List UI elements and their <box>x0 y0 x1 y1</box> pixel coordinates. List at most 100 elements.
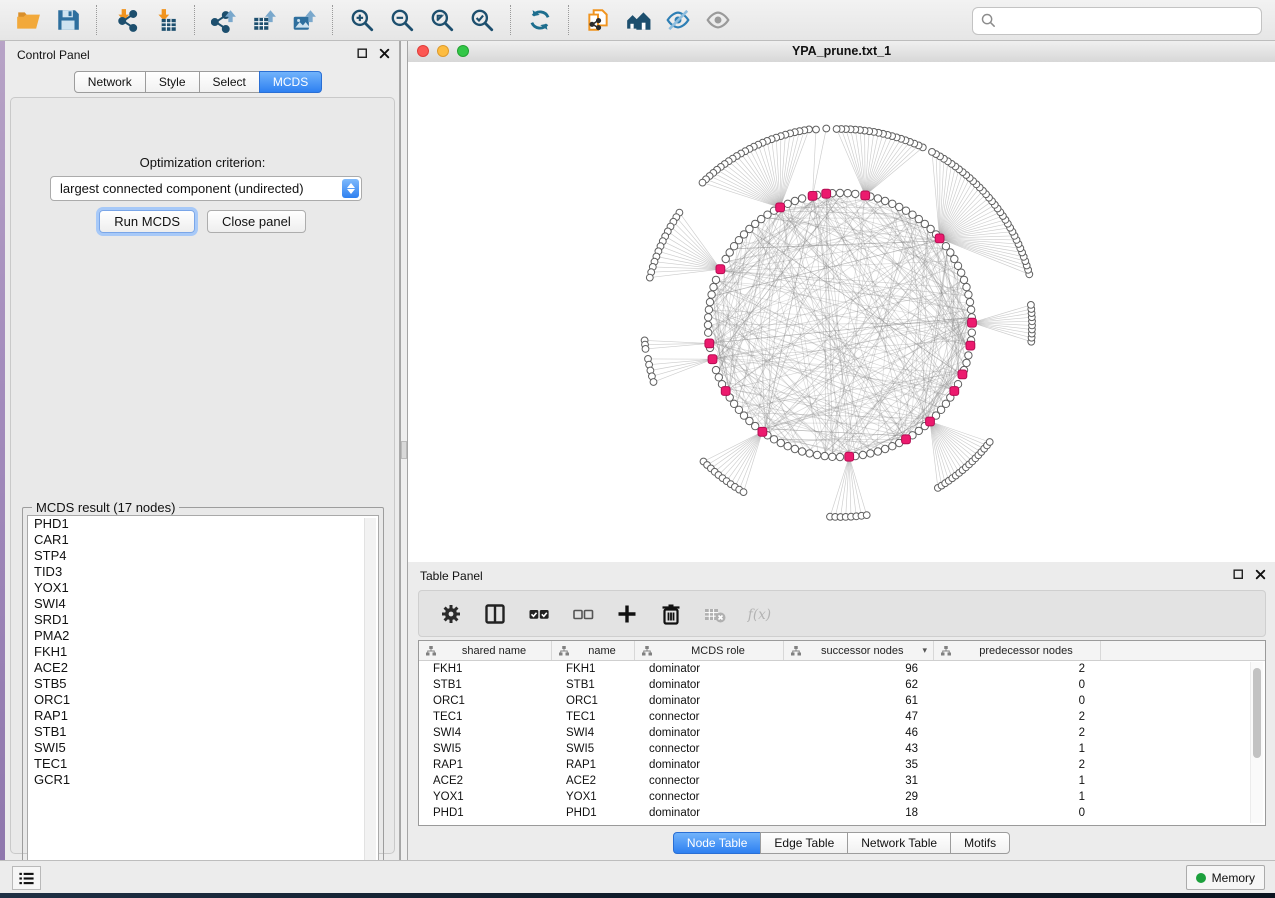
table-row[interactable]: SWI4SWI4dominator462 <box>419 725 1265 741</box>
zoom-selected-button[interactable] <box>465 4 499 36</box>
open-file-button[interactable] <box>11 4 45 36</box>
table-row[interactable]: SWI5SWI5connector431 <box>419 741 1265 757</box>
cell-successor-nodes[interactable]: 61 <box>784 693 934 709</box>
mcds-result-item[interactable]: TEC1 <box>28 756 378 772</box>
memory-button[interactable]: Memory <box>1186 865 1265 890</box>
table-row[interactable]: PHD1PHD1dominator180 <box>419 805 1265 821</box>
cell-MCDS-role[interactable]: dominator <box>635 805 784 821</box>
select-all-button[interactable] <box>522 598 556 630</box>
hide-selected-button[interactable] <box>661 4 695 36</box>
cell-predecessor-nodes[interactable]: 0 <box>934 805 1101 821</box>
cell-name[interactable]: YOX1 <box>552 789 635 805</box>
table-row[interactable]: ACE2ACE2connector311 <box>419 773 1265 789</box>
cell-successor-nodes[interactable]: 31 <box>784 773 934 789</box>
cell-shared-name[interactable]: YOX1 <box>419 789 552 805</box>
tab-select[interactable]: Select <box>199 71 260 93</box>
column-header-MCDS-role[interactable]: MCDS role <box>635 641 784 660</box>
tab-style[interactable]: Style <box>145 71 200 93</box>
mcds-result-item[interactable]: STB1 <box>28 724 378 740</box>
float-panel-icon[interactable] <box>356 47 369 60</box>
mcds-result-item[interactable]: CAR1 <box>28 532 378 548</box>
cell-predecessor-nodes[interactable]: 0 <box>934 677 1101 693</box>
column-header-predecessor-nodes[interactable]: predecessor nodes <box>934 641 1101 660</box>
mcds-result-list[interactable]: PHD1CAR1STP4TID3YOX1SWI4SRD1PMA2FKH1ACE2… <box>27 515 379 876</box>
cell-shared-name[interactable]: SWI4 <box>419 725 552 741</box>
cell-name[interactable]: STB1 <box>552 677 635 693</box>
cell-predecessor-nodes[interactable]: 1 <box>934 741 1101 757</box>
export-image-button[interactable] <box>287 4 321 36</box>
cell-MCDS-role[interactable]: dominator <box>635 661 784 677</box>
export-network-button[interactable] <box>207 4 241 36</box>
table-row[interactable]: STB1STB1dominator620 <box>419 677 1265 693</box>
run-mcds-button[interactable]: Run MCDS <box>99 210 195 233</box>
mcds-list-scrollbar[interactable] <box>364 518 376 873</box>
criterion-dropdown[interactable]: largest connected component (undirected) <box>50 176 362 201</box>
tab-network-table[interactable]: Network Table <box>847 832 951 854</box>
refresh-button[interactable] <box>523 4 557 36</box>
cell-MCDS-role[interactable]: dominator <box>635 725 784 741</box>
add-button[interactable] <box>610 598 644 630</box>
cell-successor-nodes[interactable]: 29 <box>784 789 934 805</box>
panel-splitter[interactable] <box>400 41 408 860</box>
import-network-button[interactable] <box>109 4 143 36</box>
mcds-result-item[interactable]: SWI4 <box>28 596 378 612</box>
show-panels-button[interactable] <box>12 866 41 890</box>
import-table-button[interactable] <box>149 4 183 36</box>
tab-network[interactable]: Network <box>74 71 146 93</box>
cell-name[interactable]: SWI5 <box>552 741 635 757</box>
trash-button[interactable] <box>654 598 688 630</box>
table-row[interactable]: YOX1YOX1connector291 <box>419 789 1265 805</box>
cell-shared-name[interactable]: STB1 <box>419 677 552 693</box>
cell-predecessor-nodes[interactable]: 2 <box>934 725 1101 741</box>
cell-successor-nodes[interactable]: 46 <box>784 725 934 741</box>
cell-MCDS-role[interactable]: connector <box>635 709 784 725</box>
table-scrollbar[interactable] <box>1250 662 1263 823</box>
split-view-button[interactable] <box>478 598 512 630</box>
float-table-panel-icon[interactable] <box>1232 568 1245 581</box>
network-graph[interactable] <box>408 62 1275 562</box>
first-neighbors-button[interactable] <box>621 4 655 36</box>
mcds-result-item[interactable]: PMA2 <box>28 628 378 644</box>
cell-predecessor-nodes[interactable]: 1 <box>934 773 1101 789</box>
mcds-result-item[interactable]: FKH1 <box>28 644 378 660</box>
column-header-successor-nodes[interactable]: successor nodes▾ <box>784 641 934 660</box>
splitter-handle[interactable] <box>401 441 407 459</box>
zoom-fit-button[interactable] <box>425 4 459 36</box>
mcds-result-item[interactable]: GCR1 <box>28 772 378 788</box>
cell-shared-name[interactable]: ACE2 <box>419 773 552 789</box>
cell-shared-name[interactable]: PHD1 <box>419 805 552 821</box>
table-row[interactable]: ORC1ORC1dominator610 <box>419 693 1265 709</box>
column-header-shared-name[interactable]: shared name <box>419 641 552 660</box>
mcds-result-item[interactable]: TID3 <box>28 564 378 580</box>
cell-name[interactable]: TEC1 <box>552 709 635 725</box>
tab-edge-table[interactable]: Edge Table <box>760 832 848 854</box>
show-all-button[interactable] <box>701 4 735 36</box>
table-row[interactable]: TEC1TEC1connector472 <box>419 709 1265 725</box>
cell-MCDS-role[interactable]: connector <box>635 741 784 757</box>
cell-predecessor-nodes[interactable]: 2 <box>934 661 1101 677</box>
zoom-out-button[interactable] <box>385 4 419 36</box>
cell-predecessor-nodes[interactable]: 1 <box>934 789 1101 805</box>
cell-shared-name[interactable]: FKH1 <box>419 661 552 677</box>
cell-name[interactable]: RAP1 <box>552 757 635 773</box>
mcds-result-item[interactable]: RAP1 <box>28 708 378 724</box>
column-header-name[interactable]: name <box>552 641 635 660</box>
cell-successor-nodes[interactable]: 47 <box>784 709 934 725</box>
cell-MCDS-role[interactable]: connector <box>635 789 784 805</box>
close-panel-button[interactable]: Close panel <box>207 210 306 233</box>
deselect-all-button[interactable] <box>566 598 600 630</box>
cell-shared-name[interactable]: RAP1 <box>419 757 552 773</box>
mcds-result-item[interactable]: SRD1 <box>28 612 378 628</box>
tab-motifs[interactable]: Motifs <box>950 832 1010 854</box>
network-canvas[interactable] <box>408 62 1275 562</box>
mcds-result-item[interactable]: PHD1 <box>28 516 378 532</box>
cell-MCDS-role[interactable]: dominator <box>635 757 784 773</box>
mcds-result-item[interactable]: ORC1 <box>28 692 378 708</box>
export-table-button[interactable] <box>247 4 281 36</box>
mcds-result-item[interactable]: YOX1 <box>28 580 378 596</box>
mcds-result-item[interactable]: ACE2 <box>28 660 378 676</box>
table-scrollbar-thumb[interactable] <box>1253 668 1261 758</box>
cell-predecessor-nodes[interactable]: 0 <box>934 693 1101 709</box>
cell-name[interactable]: ACE2 <box>552 773 635 789</box>
gear-button[interactable] <box>434 598 468 630</box>
